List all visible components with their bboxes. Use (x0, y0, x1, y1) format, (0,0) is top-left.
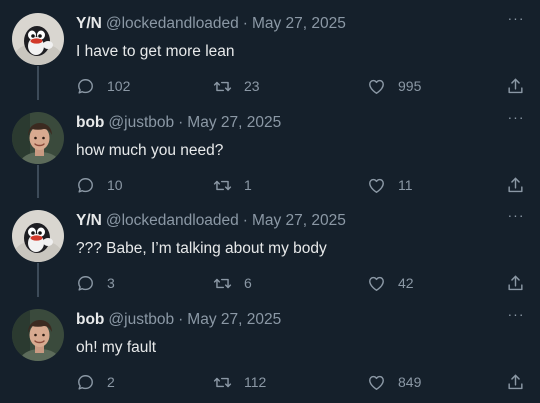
tweet[interactable]: bob @justbob · May 27, 2025 ··· oh! my faul… (0, 296, 540, 394)
tweet-date[interactable]: May 27, 2025 (252, 212, 346, 229)
more-icon[interactable]: ··· (506, 207, 526, 223)
reply-button[interactable]: 3 (76, 271, 115, 295)
author-handle[interactable]: @lockedandloaded (106, 212, 239, 229)
retweet-icon (213, 278, 232, 288)
more-icon[interactable]: ··· (506, 109, 526, 125)
tweet-text: how much you need? (76, 142, 224, 159)
reply-icon (78, 177, 93, 193)
reply-button[interactable]: 10 (76, 173, 123, 197)
action-bar: 2 112 849 (0, 370, 540, 394)
action-bar: 102 23 995 (0, 74, 540, 98)
tweet-date[interactable]: May 27, 2025 (252, 15, 346, 32)
share-icon (508, 374, 523, 389)
avatar[interactable] (12, 112, 64, 164)
retweet-icon (213, 377, 232, 387)
penguin-avatar-icon (12, 13, 64, 65)
avatar[interactable] (12, 13, 64, 65)
action-bar: 3 6 42 (0, 271, 540, 295)
like-count: 42 (398, 275, 414, 291)
reply-count: 3 (107, 275, 115, 291)
share-button[interactable] (506, 370, 525, 394)
author-name[interactable]: Y/N (76, 15, 102, 32)
tweet[interactable]: Y/N @lockedandloaded · May 27, 2025 ··· I h… (0, 0, 540, 100)
penguin-avatar-icon (12, 210, 64, 262)
share-button[interactable] (506, 271, 525, 295)
tweet-header: Y/N @lockedandloaded · May 27, 2025 (76, 211, 346, 231)
tweet-header: Y/N @lockedandloaded · May 27, 2025 (76, 14, 346, 34)
share-icon (508, 78, 523, 93)
share-icon (508, 177, 523, 192)
like-button[interactable]: 849 (367, 370, 421, 394)
reply-button[interactable]: 2 (76, 370, 115, 394)
avatar[interactable] (12, 210, 64, 262)
tweet[interactable]: bob @justbob · May 27, 2025 ··· how much yo… (0, 99, 540, 198)
like-button[interactable]: 995 (367, 74, 421, 98)
tweet-header: bob @justbob · May 27, 2025 (76, 113, 281, 133)
retweet-count: 112 (244, 374, 267, 390)
retweet-button[interactable]: 23 (213, 74, 260, 98)
more-icon[interactable]: ··· (506, 306, 526, 322)
tweet-thread: Y/N @lockedandloaded · May 27, 2025 ··· I h… (0, 0, 540, 403)
retweet-button[interactable]: 1 (213, 173, 252, 197)
retweet-button[interactable]: 112 (213, 370, 266, 394)
separator-dot: · (242, 15, 248, 32)
author-handle[interactable]: @lockedandloaded (106, 15, 239, 32)
author-name[interactable]: Y/N (76, 212, 102, 229)
separator-dot: · (178, 311, 184, 328)
person-avatar-icon (12, 309, 64, 361)
like-button[interactable]: 11 (367, 173, 413, 197)
separator-dot: · (242, 212, 248, 229)
tweet-text: oh! my fault (76, 339, 157, 356)
share-button[interactable] (506, 74, 525, 98)
tweet-date[interactable]: May 27, 2025 (187, 114, 281, 131)
like-count: 11 (398, 177, 413, 193)
reply-icon (78, 78, 93, 94)
separator-dot: · (178, 114, 184, 131)
retweet-count: 6 (244, 275, 252, 291)
reply-button[interactable]: 102 (76, 74, 130, 98)
author-name[interactable]: bob (76, 114, 104, 131)
reply-icon (78, 275, 93, 291)
tweet[interactable]: Y/N @lockedandloaded · May 27, 2025 ··· ???… (0, 197, 540, 297)
action-bar: 10 1 11 (0, 173, 540, 197)
author-handle[interactable]: @justbob (108, 311, 174, 328)
reply-count: 10 (107, 177, 123, 193)
tweet-text: ??? Babe, I’m talking about my body (76, 240, 327, 257)
like-icon (369, 375, 384, 390)
author-name[interactable]: bob (76, 311, 104, 328)
retweet-button[interactable]: 6 (213, 271, 252, 295)
like-count: 849 (398, 374, 422, 390)
tweet-text: I have to get more lean (76, 43, 235, 60)
retweet-count: 23 (244, 78, 260, 94)
like-icon (369, 79, 384, 94)
like-icon (369, 178, 384, 193)
reply-icon (78, 374, 93, 390)
like-button[interactable]: 42 (367, 271, 414, 295)
tweet-date[interactable]: May 27, 2025 (187, 311, 281, 328)
like-icon (369, 276, 384, 291)
avatar[interactable] (12, 309, 64, 361)
retweet-icon (213, 81, 232, 91)
reply-count: 2 (107, 374, 115, 390)
more-icon[interactable]: ··· (506, 10, 526, 26)
reply-count: 102 (107, 78, 131, 94)
author-handle[interactable]: @justbob (108, 114, 174, 131)
retweet-icon (213, 180, 232, 190)
share-icon (508, 275, 523, 290)
retweet-count: 1 (244, 177, 252, 193)
share-button[interactable] (506, 173, 525, 197)
like-count: 995 (398, 78, 422, 94)
tweet-header: bob @justbob · May 27, 2025 (76, 310, 281, 330)
person-avatar-icon (12, 112, 64, 164)
